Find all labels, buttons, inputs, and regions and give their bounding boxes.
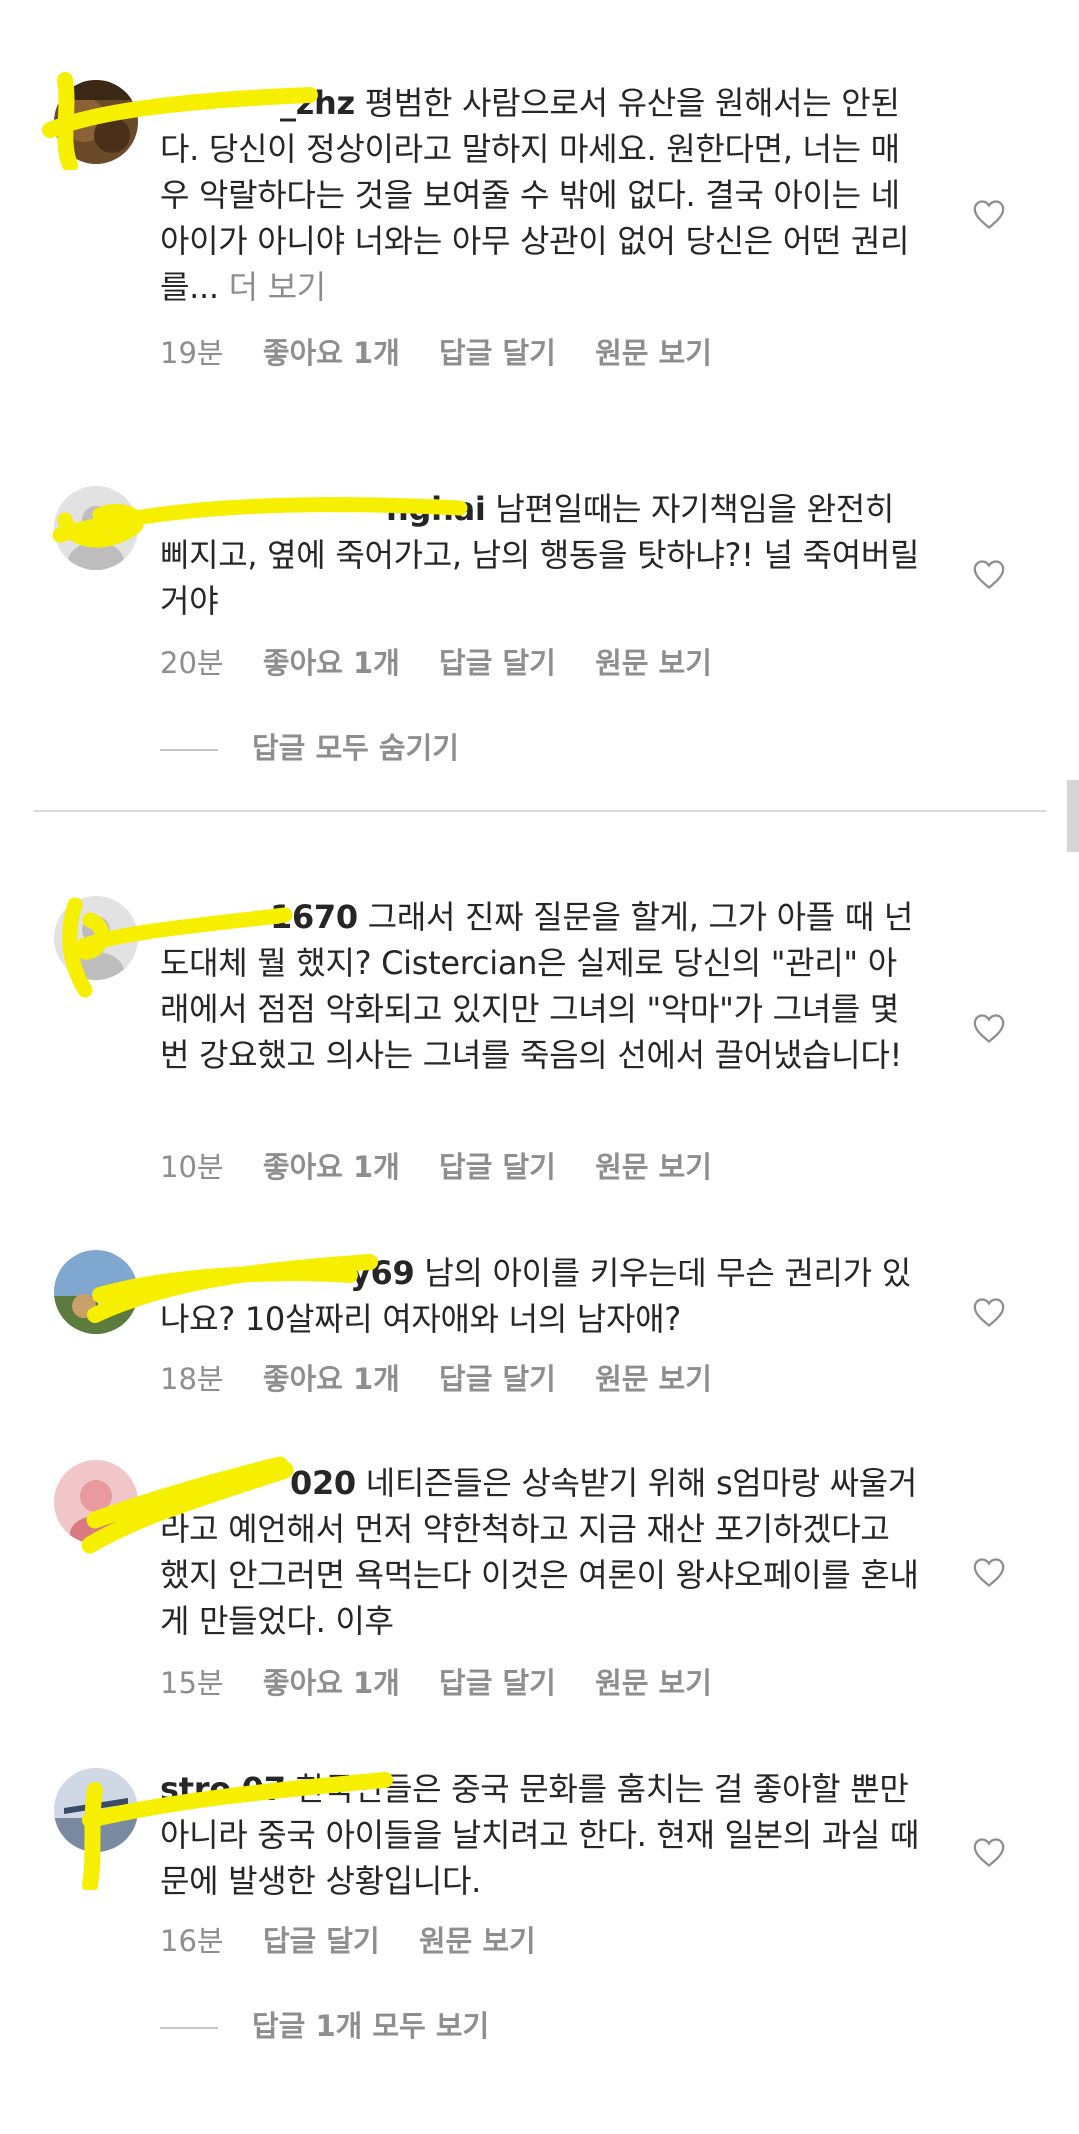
avatar[interactable]	[54, 1768, 138, 1852]
likes-count[interactable]: 좋아요 1개	[263, 1660, 400, 1702]
comment-text: 남의 아이를 키우는데 무슨 권리가 있나요? 10살짜리 여자애와 너의 남자…	[160, 1254, 911, 1338]
more-link[interactable]: 더 보기	[229, 268, 327, 306]
like-heart-icon[interactable]	[972, 1556, 1006, 1588]
comment-text-block: stro 07 한국인들은 중국 문화를 훔치는 걸 좋아할 뿐만 아니라 중국…	[160, 1766, 920, 1904]
likes-count[interactable]: 좋아요 1개	[263, 1144, 400, 1186]
like-heart-icon[interactable]	[972, 198, 1006, 230]
comment-meta: 18분 좋아요 1개 답글 달기 원문 보기	[160, 1356, 742, 1396]
like-heart-icon[interactable]	[972, 1836, 1006, 1868]
comment-time: 18분	[160, 1362, 224, 1396]
avatar[interactable]	[54, 1460, 138, 1544]
comment-meta: 19분 좋아요 1개 답글 달기 원문 보기	[160, 330, 742, 370]
avatar[interactable]	[54, 1250, 138, 1334]
like-heart-icon[interactable]	[972, 558, 1006, 590]
comment-meta: 20분 좋아요 1개 답글 달기 원문 보기	[160, 640, 742, 680]
reply-button[interactable]: 답글 달기	[439, 1660, 556, 1702]
scrollbar[interactable]	[1067, 780, 1079, 852]
comment-text: 네티즌들은 상속받기 위해 s엄마랑 싸울거라고 예언해서 먼저 약한척하고 지…	[160, 1464, 919, 1640]
see-original-button[interactable]: 원문 보기	[595, 640, 712, 682]
view-replies-button[interactable]: 답글 1개 모두 보기	[160, 2006, 489, 2046]
thread-line	[160, 749, 218, 751]
comment-text-block: nghai 남편일때는 자기책임을 완전히 삐지고, 옆에 죽어가고, 남의 행…	[160, 486, 920, 624]
comment-text-block: 1670 그래서 진짜 질문을 할게, 그가 아플 때 넌 도대체 뭘 했지? …	[160, 894, 920, 1078]
likes-count[interactable]: 좋아요 1개	[263, 1356, 400, 1398]
reply-button[interactable]: 답글 달기	[439, 640, 556, 682]
see-original-button[interactable]: 원문 보기	[595, 1356, 712, 1398]
comment-username[interactable]: 020	[290, 1464, 356, 1502]
see-original-button[interactable]: 원문 보기	[595, 1660, 712, 1702]
hide-replies-button[interactable]: 답글 모두 숨기기	[160, 728, 459, 768]
see-original-button[interactable]: 원문 보기	[595, 1144, 712, 1186]
comment-text-block: y69 남의 아이를 키우는데 무슨 권리가 있나요? 10살짜리 여자애와 너…	[160, 1250, 920, 1342]
comment-meta: 16분 답글 달기 원문 보기	[160, 1918, 566, 1958]
comment-meta: 15분 좋아요 1개 답글 달기 원문 보기	[160, 1660, 742, 1700]
section-divider	[34, 810, 1046, 812]
comment-time: 15분	[160, 1666, 224, 1700]
comment-username[interactable]: y69	[350, 1254, 415, 1292]
reply-button[interactable]: 답글 달기	[439, 1356, 556, 1398]
comment-time: 16분	[160, 1924, 224, 1958]
avatar[interactable]	[54, 486, 138, 570]
like-heart-icon[interactable]	[972, 1296, 1006, 1328]
comment-time: 19분	[160, 336, 224, 370]
like-heart-icon[interactable]	[972, 1012, 1006, 1044]
see-original-button[interactable]: 원문 보기	[419, 1918, 536, 1960]
comment-time: 20분	[160, 646, 224, 680]
comment-meta: 10분 좋아요 1개 답글 달기 원문 보기	[160, 1144, 742, 1184]
likes-count[interactable]: 좋아요 1개	[263, 640, 400, 682]
comment-username[interactable]: 1670	[270, 898, 358, 936]
avatar[interactable]	[54, 896, 138, 980]
comment-text: 남편일때는 자기책임을 완전히 삐지고, 옆에 죽어가고, 남의 행동을 탓하냐…	[160, 490, 920, 620]
thread-line	[160, 2027, 218, 2029]
comment-username[interactable]: nghai	[386, 490, 486, 528]
see-original-button[interactable]: 원문 보기	[595, 330, 712, 372]
reply-button[interactable]: 답글 달기	[263, 1918, 380, 1960]
reply-button[interactable]: 답글 달기	[439, 330, 556, 372]
comment-username[interactable]: _zhz	[280, 84, 355, 122]
avatar[interactable]	[54, 80, 138, 164]
likes-count[interactable]: 좋아요 1개	[263, 330, 400, 372]
comment-time: 10분	[160, 1150, 224, 1184]
comment-text-block: _zhz 평범한 사람으로서 유산을 원해서는 안된다. 당신이 정상이라고 말…	[160, 80, 920, 310]
comment-text-block: 020 네티즌들은 상속받기 위해 s엄마랑 싸울거라고 예언해서 먼저 약한척…	[160, 1460, 920, 1644]
comment-username[interactable]: stro 07	[160, 1770, 286, 1808]
reply-button[interactable]: 답글 달기	[439, 1144, 556, 1186]
